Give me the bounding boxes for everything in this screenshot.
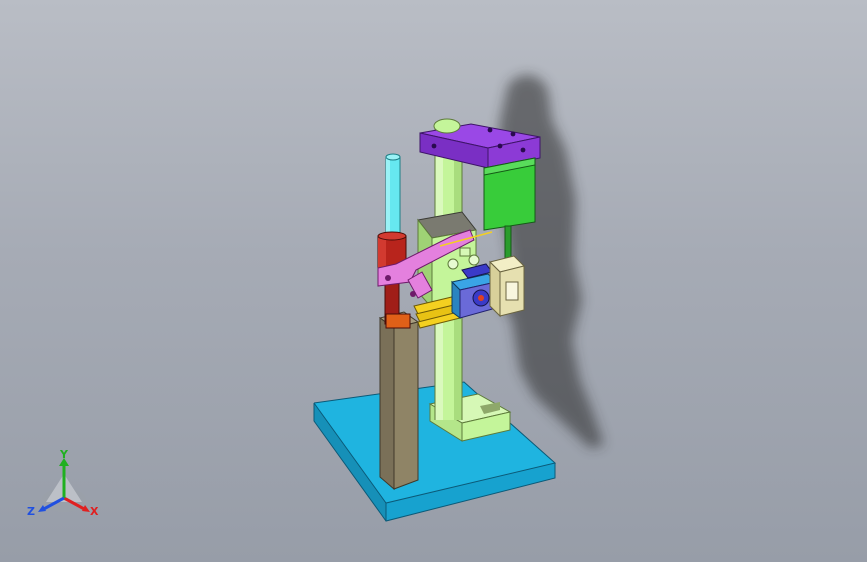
triad-y-label: Y — [59, 448, 69, 461]
triad-x-label: X — [90, 505, 99, 518]
orientation-triad[interactable]: X Y Z — [24, 448, 110, 524]
triad-z-label: Z — [27, 505, 35, 518]
rod[interactable] — [385, 153, 401, 238]
graphics-viewport[interactable]: X Y Z — [0, 0, 867, 562]
post[interactable] — [378, 311, 420, 491]
cad-model-scene[interactable] — [0, 0, 867, 562]
